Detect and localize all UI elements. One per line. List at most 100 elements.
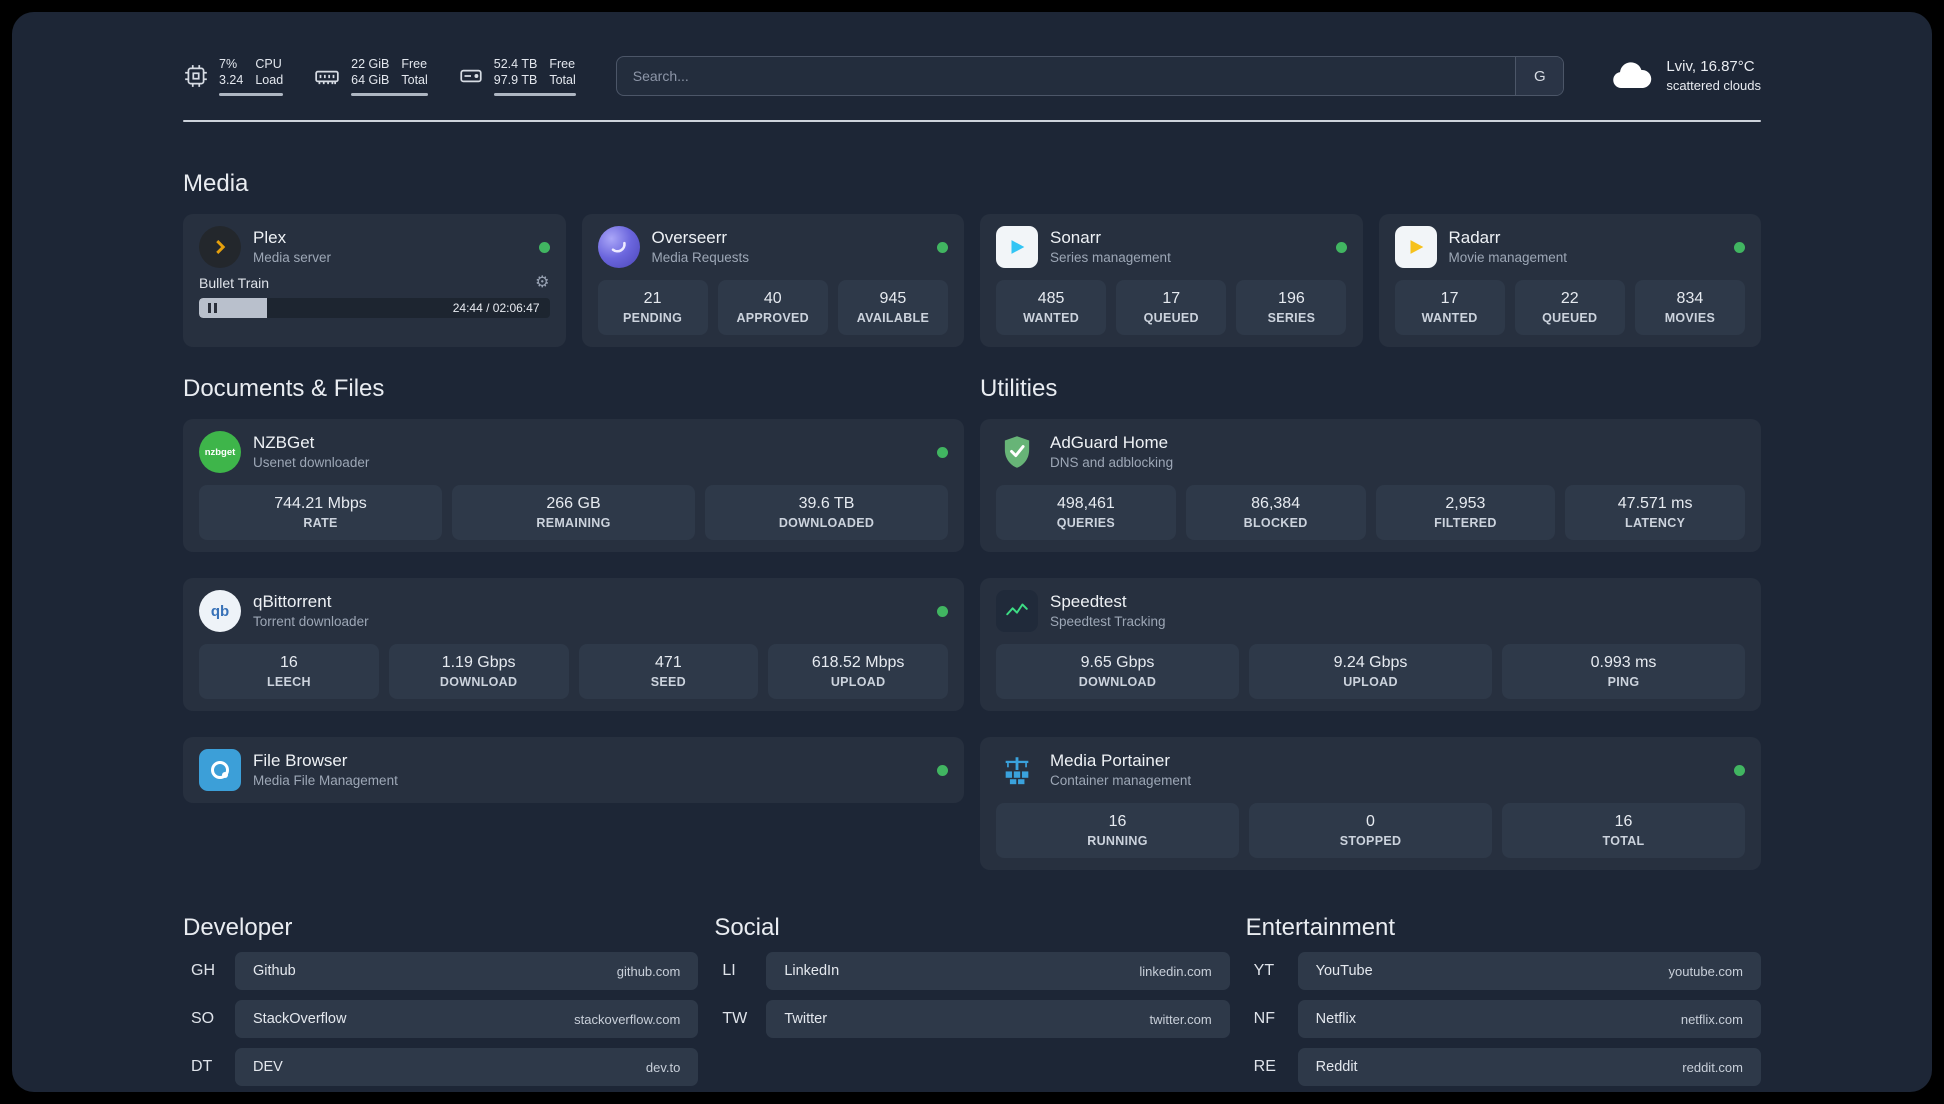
ram-total-label: Total (401, 73, 428, 87)
app-subtitle: Series management (1050, 250, 1171, 265)
stat-value: 0 (1366, 813, 1375, 830)
stat-value: 618.52 Mbps (811, 654, 905, 671)
stat-tile: 39.6 TB DOWNLOADED (705, 485, 948, 540)
filebrowser-icon (199, 749, 241, 791)
qbittorrent-card[interactable]: qb qBittorrent Torrent downloader 16 LEE… (183, 578, 964, 711)
stat-label: WANTED (1421, 311, 1478, 325)
nzbget-card[interactable]: nzbget NZBGet Usenet downloader 744.21 M… (183, 419, 964, 552)
stat-value: 945 (879, 290, 907, 307)
bookmark-link-linkedin[interactable]: LinkedIn linkedin.com (766, 952, 1230, 990)
plex-card[interactable]: Plex Media server Bullet Train ⚙ 24:44 /… (183, 214, 566, 347)
app-name: Overseerr (651, 228, 728, 247)
overseerr-icon (597, 226, 640, 268)
bookmark-abbr: LI (722, 962, 736, 979)
stat-label: WANTED (1023, 311, 1080, 325)
stat-label: LEECH (266, 675, 311, 689)
playback-progress-bar[interactable]: 24:44 / 02:06:47 (199, 298, 550, 318)
stat-value: 39.6 TB (798, 495, 855, 512)
bookmark-abbr: DT (191, 1058, 213, 1075)
stat-label: STOPPED (1339, 834, 1402, 848)
bookmark-link-youtube[interactable]: YouTube youtube.com (1297, 952, 1761, 990)
stat-value: 266 GB (546, 495, 601, 512)
stat-value: 16 (1614, 813, 1633, 830)
weather-location: Lviv, 16.87°C (1666, 58, 1755, 75)
stat-label: REMAINING (536, 516, 611, 530)
stat-value: 22 (1560, 290, 1579, 307)
stat-label: UPLOAD (830, 675, 886, 689)
bookmark-link-github[interactable]: Github github.com (235, 952, 699, 990)
stat-value: 471 (655, 654, 682, 671)
stat-tile: 1.19 Gbps DOWNLOAD (388, 644, 569, 699)
app-subtitle: Usenet downloader (253, 455, 370, 470)
ram-free-value: 22 GiB (351, 57, 390, 71)
bookmark-link-twitter[interactable]: Twitter twitter.com (766, 1000, 1230, 1038)
stat-tile: 9.65 Gbps DOWNLOAD (996, 644, 1239, 699)
bookmark-row: NF Netflix netflix.com (1246, 1000, 1761, 1038)
bookmark-link-netflix[interactable]: Netflix netflix.com (1297, 1000, 1761, 1038)
stat-label: PENDING (623, 311, 683, 325)
weather-widget: Lviv, 16.87°C scattered clouds (1608, 57, 1761, 95)
app-name: Sonarr (1050, 228, 1102, 247)
overseerr-card[interactable]: Overseerr Media Requests 21 PENDING 40 A… (581, 214, 964, 347)
filebrowser-card[interactable]: File Browser Media File Management (183, 737, 964, 803)
search-engine-button[interactable]: G (1515, 57, 1564, 95)
status-dot (937, 764, 948, 776)
sonarr-icon (996, 226, 1038, 268)
stat-tile: 17 WANTED (1394, 280, 1505, 335)
stat-tile: 744.21 Mbps RATE (199, 485, 442, 540)
app-name: qBittorrent (253, 592, 332, 611)
stat-value: 16 (1108, 813, 1127, 830)
stat-value: 498,461 (1056, 495, 1115, 512)
stat-tile: 471 SEED (578, 644, 759, 699)
app-subtitle: Speedtest Tracking (1050, 614, 1166, 629)
ram-metric: 22 GiB 64 GiB Free Total (313, 56, 428, 96)
stat-label: DOWNLOADED (778, 516, 875, 530)
stat-tile: 17 QUEUED (1116, 280, 1227, 335)
search-input[interactable] (616, 57, 1516, 95)
stat-tile: 40 APPROVED (717, 280, 828, 335)
qbittorrent-icon: qb (199, 590, 241, 632)
app-subtitle: DNS and adblocking (1050, 455, 1174, 470)
stat-value: 86,384 (1251, 495, 1301, 512)
adguard-icon (996, 431, 1038, 473)
stat-value: 17 (1162, 290, 1181, 307)
bookmark-group-entertainment: Entertainment YT YouTube youtube.com NF … (1246, 914, 1761, 1086)
stat-value: 485 (1037, 290, 1065, 307)
radarr-card[interactable]: Radarr Movie management 17 WANTED 22 QUE… (1378, 214, 1761, 347)
stat-tile: 485 WANTED (996, 280, 1107, 335)
app-name: Speedtest (1050, 592, 1127, 611)
stat-tile: 618.52 Mbps UPLOAD (768, 644, 948, 699)
app-name: File Browser (253, 751, 348, 770)
cpu-metric: 7% 3.24 CPU Load (183, 56, 284, 96)
stat-tile: 9.24 Gbps UPLOAD (1249, 644, 1492, 699)
app-subtitle: Torrent downloader (253, 614, 369, 629)
stat-label: QUEUED (1143, 311, 1199, 325)
playback-time: 24:44 / 02:06:47 (452, 301, 540, 315)
stat-tile: 0.993 ms PING (1502, 644, 1745, 699)
bookmark-link-stackoverflow[interactable]: StackOverflow stackoverflow.com (235, 1000, 699, 1038)
progress-fill (199, 298, 268, 318)
search-bar: G (615, 56, 1565, 96)
stat-value: 9.65 Gbps (1080, 654, 1155, 671)
speedtest-icon (996, 590, 1038, 632)
stat-value: 21 (643, 290, 662, 307)
disk-usage-bar (493, 93, 576, 96)
bookmark-link-reddit[interactable]: Reddit reddit.com (1297, 1048, 1761, 1086)
sonarr-card[interactable]: Sonarr Series management 485 WANTED 17 Q… (980, 214, 1363, 347)
top-bar: 7% 3.24 CPU Load 22 GiB 64 GiB Free Tota… (183, 48, 1761, 104)
disk-icon (458, 63, 484, 89)
bookmark-row: TW Twitter twitter.com (714, 1000, 1230, 1038)
adguard-card[interactable]: AdGuard Home DNS and adblocking 498,461 … (980, 419, 1761, 552)
speedtest-card[interactable]: Speedtest Speedtest Tracking 9.65 Gbps D… (980, 578, 1761, 711)
stat-tile: 16 LEECH (199, 644, 379, 699)
stat-label: PING (1607, 675, 1640, 689)
bookmark-link-dev[interactable]: DEV dev.to (235, 1048, 699, 1086)
bookmark-row: SO StackOverflow stackoverflow.com (183, 1000, 699, 1038)
cpu-percent: 7% (219, 57, 238, 71)
portainer-card[interactable]: Media Portainer Container management 16 … (980, 737, 1761, 870)
disk-metric: 52.4 TB 97.9 TB Free Total (458, 56, 576, 96)
gear-icon[interactable]: ⚙ (535, 275, 549, 291)
stat-value: 16 (279, 654, 298, 671)
section-title-social: Social (714, 914, 780, 941)
bookmark-abbr: SO (191, 1010, 215, 1027)
